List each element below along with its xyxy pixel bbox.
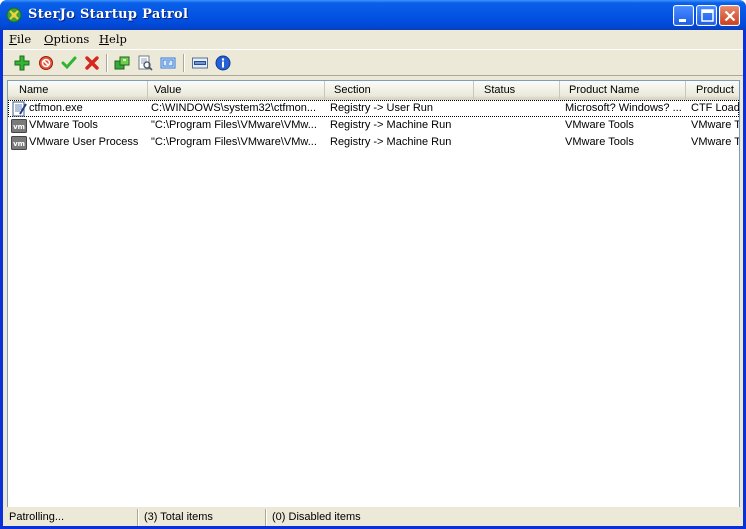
search-file-icon <box>138 55 153 71</box>
cell-value: "C:\Program Files\VMware\VMw... <box>151 119 317 131</box>
menu-bar: File Options Help <box>3 30 743 49</box>
refresh-icon <box>114 56 130 70</box>
column-name[interactable]: Name <box>8 81 148 99</box>
list-header: Name Value Section Status Product Name P… <box>8 81 739 100</box>
cell-status <box>479 134 559 151</box>
cell-status <box>479 100 559 117</box>
list-item[interactable]: vm VMware User Process "C:\Program Files… <box>8 134 739 151</box>
app-logo-icon <box>6 7 22 23</box>
add-icon <box>14 55 30 71</box>
properties-button[interactable] <box>158 53 178 73</box>
minimize-icon <box>679 19 686 22</box>
cell-product: VMware T <box>691 119 739 131</box>
status-bar: Patrolling... (3) Total items (0) Disabl… <box>3 507 743 526</box>
cell-product: VMware T <box>691 136 739 148</box>
status-state: Patrolling... <box>5 509 138 526</box>
toolbar-separator <box>183 54 185 72</box>
main-window: SterJo Startup Patrol File Options Help <box>0 0 746 529</box>
minimize-button[interactable] <box>673 5 694 26</box>
status-disabled-items: (0) Disabled items <box>272 511 361 523</box>
cell-product-name: Microsoft? Windows? ... <box>565 102 682 114</box>
list-rows: ctfmon.exe C:\WINDOWS\system32\ctfmon...… <box>8 100 739 508</box>
refresh-button[interactable] <box>112 53 132 73</box>
column-status[interactable]: Status <box>474 81 560 99</box>
enable-check-icon <box>61 56 77 70</box>
list-item[interactable]: vm VMware Tools "C:\Program Files\VMware… <box>8 117 739 134</box>
client-area: File Options Help Name Value Section Sta… <box>3 30 743 526</box>
cell-name: ctfmon.exe <box>29 102 83 114</box>
cell-product-name: VMware Tools <box>565 136 634 148</box>
cell-product-name: VMware Tools <box>565 119 634 131</box>
info-icon <box>215 55 231 71</box>
list-item[interactable]: ctfmon.exe C:\WINDOWS\system32\ctfmon...… <box>8 100 739 117</box>
paypal-donate-icon <box>192 57 208 69</box>
cell-section: Registry -> Machine Run <box>330 119 452 131</box>
menu-help[interactable]: Help <box>97 32 129 47</box>
maximize-button[interactable] <box>696 5 717 26</box>
cell-value: "C:\Program Files\VMware\VMw... <box>151 136 317 148</box>
close-icon <box>724 10 736 22</box>
disable-button[interactable] <box>36 53 56 73</box>
svg-text:vm: vm <box>13 123 25 131</box>
toolbar-separator <box>106 54 108 72</box>
about-button[interactable] <box>213 53 233 73</box>
column-value[interactable]: Value <box>148 81 325 99</box>
disable-icon <box>39 56 53 70</box>
svg-text:vm: vm <box>13 140 25 148</box>
close-button[interactable] <box>719 5 740 26</box>
cell-name: VMware User Process <box>29 136 139 148</box>
cell-product: CTF Load <box>691 102 739 114</box>
cell-status <box>479 117 559 134</box>
maximize-icon <box>701 9 714 22</box>
delete-button[interactable] <box>82 53 102 73</box>
window-title: SterJo Startup Patrol <box>28 7 189 22</box>
vmware-icon: vm <box>11 119 27 133</box>
search-file-button[interactable] <box>135 53 155 73</box>
cell-value: C:\WINDOWS\system32\ctfmon... <box>151 102 317 114</box>
add-button[interactable] <box>12 53 32 73</box>
cell-name: VMware Tools <box>29 119 98 131</box>
status-total-items: (3) Total items <box>140 509 266 526</box>
properties-icon <box>160 57 176 69</box>
startup-items-list[interactable]: Name Value Section Status Product Name P… <box>7 80 740 526</box>
delete-x-icon <box>85 56 99 70</box>
menu-options[interactable]: Options <box>42 32 91 47</box>
vmware-icon: vm <box>11 136 27 150</box>
column-product[interactable]: Product <box>686 81 739 99</box>
exe-file-icon <box>12 101 27 117</box>
column-section[interactable]: Section <box>325 81 474 99</box>
title-bar[interactable]: SterJo Startup Patrol <box>0 0 746 30</box>
toolbar <box>3 49 743 76</box>
column-product-name[interactable]: Product Name <box>560 81 686 99</box>
donate-button[interactable] <box>190 53 210 73</box>
menu-file[interactable]: File <box>7 32 33 47</box>
enable-button[interactable] <box>59 53 79 73</box>
cell-section: Registry -> User Run <box>330 102 434 114</box>
cell-section: Registry -> Machine Run <box>330 136 452 148</box>
